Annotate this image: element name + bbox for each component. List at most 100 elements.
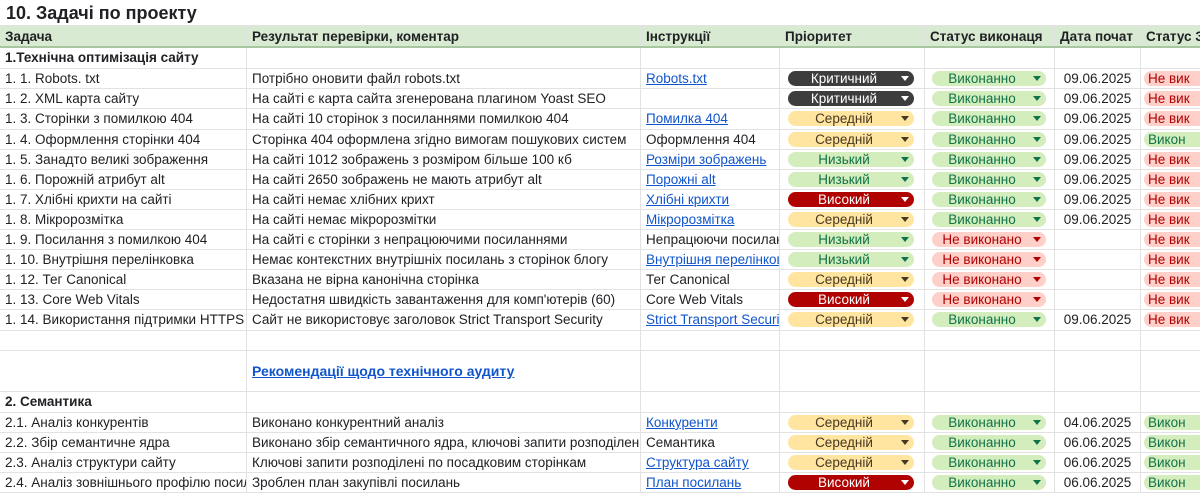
- cell[interactable]: [1141, 351, 1200, 391]
- result-comment[interactable]: Немає контекстних внутрішніх посилань з …: [247, 250, 641, 270]
- priority-dropdown[interactable]: Середній: [788, 435, 914, 450]
- status-cell[interactable]: Не виконано: [925, 250, 1055, 270]
- task-name[interactable]: 2.4. Аналіз зовнішнього профілю посилань: [0, 473, 247, 493]
- cell[interactable]: [1141, 331, 1200, 350]
- cell[interactable]: [780, 350, 925, 391]
- priority-cell[interactable]: Високий: [780, 290, 925, 310]
- cell[interactable]: [1055, 350, 1141, 391]
- instruction-cell[interactable]: Robots.txt: [641, 69, 780, 89]
- result-comment[interactable]: На сайті немає хлібних крихт: [247, 189, 641, 209]
- status2-dropdown[interactable]: Не вик: [1144, 171, 1200, 187]
- status-dropdown[interactable]: Виконанно: [932, 475, 1046, 491]
- cell[interactable]: [641, 350, 780, 391]
- cell[interactable]: [0, 350, 247, 391]
- cell[interactable]: [247, 48, 641, 69]
- start-date[interactable]: [1055, 270, 1141, 290]
- status2-cell[interactable]: Не вик: [1141, 190, 1200, 209]
- start-date[interactable]: 09.06.2025: [1055, 209, 1141, 230]
- task-name[interactable]: 2.3. Аналіз структури сайту: [0, 453, 247, 473]
- status-dropdown[interactable]: Виконанно: [932, 211, 1046, 227]
- instruction-cell[interactable]: [641, 89, 780, 109]
- instruction-cell[interactable]: Оформлення 404: [641, 129, 780, 149]
- instruction-cell[interactable]: Порожні alt: [641, 169, 780, 189]
- status-dropdown[interactable]: Виконанно: [932, 435, 1046, 450]
- status2-cell[interactable]: Викон: [1141, 453, 1200, 472]
- instruction-cell[interactable]: Мікророзмітка: [641, 209, 780, 230]
- instruction-cell[interactable]: Конкуренти: [641, 412, 780, 432]
- priority-cell[interactable]: Низький: [780, 250, 925, 270]
- priority-cell[interactable]: Критичний: [780, 89, 925, 109]
- status-cell[interactable]: Не виконано: [925, 270, 1055, 290]
- status-cell[interactable]: Виконанно: [925, 433, 1055, 453]
- cell[interactable]: [641, 330, 780, 350]
- cell[interactable]: [780, 330, 925, 350]
- result-comment[interactable]: Зроблен план закупівлі посилань: [247, 473, 641, 493]
- status-dropdown[interactable]: Не виконано: [932, 272, 1046, 288]
- task-name[interactable]: 1. 5. Занадто великі зображення: [0, 149, 247, 169]
- task-name[interactable]: 1. 10. Внутрішня перелінковка: [0, 250, 247, 270]
- instruction-cell[interactable]: Помилка 404: [641, 109, 780, 129]
- status2-dropdown[interactable]: Не вик: [1144, 252, 1200, 268]
- start-date[interactable]: 09.06.2025: [1055, 69, 1141, 89]
- status-cell[interactable]: Виконанно: [925, 209, 1055, 230]
- start-date[interactable]: 09.06.2025: [1055, 149, 1141, 169]
- status-cell[interactable]: Виконанно: [925, 453, 1055, 473]
- priority-dropdown[interactable]: Середній: [788, 414, 914, 430]
- priority-dropdown[interactable]: Низький: [788, 171, 914, 187]
- status2-dropdown[interactable]: Не вик: [1144, 292, 1200, 308]
- status-dropdown[interactable]: Не виконано: [932, 292, 1046, 308]
- cell[interactable]: [247, 391, 641, 412]
- status2-dropdown[interactable]: Викон: [1144, 435, 1200, 450]
- status2-dropdown[interactable]: Викон: [1144, 414, 1200, 430]
- status2-dropdown[interactable]: Не вик: [1144, 232, 1200, 248]
- priority-cell[interactable]: Середній: [780, 453, 925, 473]
- instruction-link[interactable]: План посилань: [646, 475, 741, 490]
- task-name[interactable]: 1. 1. Robots. txt: [0, 69, 247, 89]
- status2-cell[interactable]: Не вик: [1141, 150, 1200, 169]
- task-name[interactable]: 1. 3. Сторінки з помилкою 404: [0, 109, 247, 129]
- result-comment[interactable]: Виконано збір семантичного ядра, ключові…: [247, 433, 641, 453]
- status2-dropdown[interactable]: Не вик: [1144, 151, 1200, 167]
- status-cell[interactable]: Виконанно: [925, 473, 1055, 493]
- task-name[interactable]: 1. 8. Мікророзмітка: [0, 209, 247, 230]
- status2-cell[interactable]: Не вик: [1141, 310, 1200, 329]
- column-header[interactable]: Статус З: [1141, 26, 1200, 46]
- result-comment[interactable]: Недостатня швидкість завантаження для ко…: [247, 290, 641, 310]
- priority-dropdown[interactable]: Високий: [788, 191, 914, 207]
- status2-dropdown[interactable]: Не вик: [1144, 191, 1200, 207]
- status-cell[interactable]: Виконанно: [925, 149, 1055, 169]
- status2-dropdown[interactable]: Не вик: [1144, 211, 1200, 227]
- instruction-link[interactable]: Конкуренти: [646, 415, 718, 430]
- priority-dropdown[interactable]: Середній: [788, 211, 914, 227]
- task-name[interactable]: 2.2. Збір семантичне ядра: [0, 433, 247, 453]
- priority-dropdown[interactable]: Середній: [788, 455, 914, 471]
- result-comment[interactable]: На сайті 10 сторінок з посиланнями помил…: [247, 109, 641, 129]
- priority-cell[interactable]: Середній: [780, 310, 925, 330]
- column-header[interactable]: Статус виконаця: [925, 26, 1055, 46]
- instruction-cell[interactable]: Тег Canonical: [641, 270, 780, 290]
- priority-cell[interactable]: Низький: [780, 149, 925, 169]
- column-header[interactable]: Інструкції: [641, 26, 780, 46]
- priority-dropdown[interactable]: Низький: [788, 232, 914, 248]
- instruction-link[interactable]: Внутрішня перелінковка: [646, 252, 779, 267]
- status2-dropdown[interactable]: Викон: [1144, 455, 1200, 471]
- task-name[interactable]: 1. 4. Оформлення сторінки 404: [0, 129, 247, 149]
- column-header[interactable]: Пріоритет: [780, 26, 925, 46]
- instruction-cell[interactable]: План посилань: [641, 473, 780, 493]
- column-header[interactable]: Задача: [0, 26, 247, 46]
- result-comment[interactable]: Виконано конкурентний аналіз: [247, 412, 641, 432]
- status-dropdown[interactable]: Не виконано: [932, 232, 1046, 248]
- instruction-link[interactable]: Порожні alt: [646, 172, 716, 187]
- status-dropdown[interactable]: Не виконано: [932, 252, 1046, 268]
- column-header[interactable]: Дата почат: [1055, 26, 1141, 46]
- instruction-link[interactable]: Розміри зображень: [646, 152, 766, 167]
- priority-dropdown[interactable]: Критичний: [788, 91, 914, 107]
- result-comment[interactable]: Сайт не використовує заголовок Strict Tr…: [247, 310, 641, 330]
- status2-cell[interactable]: Викон: [1141, 130, 1200, 149]
- instruction-cell[interactable]: Семантика: [641, 433, 780, 453]
- result-comment[interactable]: Сторінка 404 оформлена згідно вимогам по…: [247, 129, 641, 149]
- start-date[interactable]: 06.06.2025: [1055, 473, 1141, 493]
- cell[interactable]: [780, 391, 925, 412]
- instruction-cell[interactable]: Непрацюючи посилання: [641, 230, 780, 250]
- status2-dropdown[interactable]: Викон: [1144, 475, 1200, 491]
